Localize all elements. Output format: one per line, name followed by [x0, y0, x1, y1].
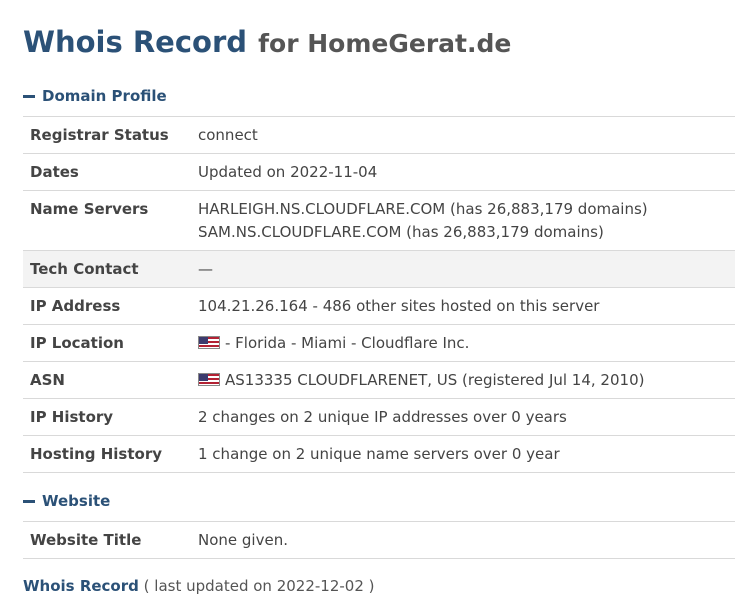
section-heading-website: Website	[42, 492, 111, 510]
us-flag-icon	[198, 373, 220, 386]
section-toggle-website[interactable]: Website	[23, 492, 110, 510]
website-table: Website Title None given.	[23, 521, 735, 559]
row-label: Name Servers	[30, 200, 149, 218]
name-server-1: HARLEIGH.NS.CLOUDFLARE.COM (has 26,883,1…	[198, 200, 648, 218]
row-value: Updated on 2022-11-04	[198, 163, 378, 181]
section-heading-domain-profile: Domain Profile	[42, 87, 167, 105]
table-row: ASN AS13335 CLOUDFLARENET, US (registere…	[23, 361, 735, 399]
asn-text: AS13335 CLOUDFLARENET, US (registered Ju…	[225, 371, 645, 389]
row-value: AS13335 CLOUDFLARENET, US (registered Ju…	[198, 362, 735, 399]
row-label: IP Location	[30, 334, 124, 352]
row-label: IP History	[30, 408, 114, 426]
page-title: Whois Record for HomeGerat.de	[23, 22, 511, 60]
section-toggle-domain-profile[interactable]: Domain Profile	[23, 87, 167, 105]
row-value: - Florida - Miami - Cloudflare Inc.	[198, 325, 735, 362]
row-label: Tech Contact	[30, 260, 139, 278]
row-value: HARLEIGH.NS.CLOUDFLARE.COM (has 26,883,1…	[198, 191, 735, 251]
table-row: Website Title None given.	[23, 521, 735, 559]
table-row: Dates Updated on 2022-11-04	[23, 153, 735, 191]
row-value: 104.21.26.164 - 486 other sites hosted o…	[198, 297, 600, 315]
table-row: IP Address 104.21.26.164 - 486 other sit…	[23, 287, 735, 325]
row-value: 1 change on 2 unique name servers over 0…	[198, 445, 560, 463]
row-label: Website Title	[30, 531, 142, 549]
row-value: 2 changes on 2 unique IP addresses over …	[198, 408, 567, 426]
row-label: Dates	[30, 163, 79, 181]
last-updated-note: ( last updated on 2022-12-02 )	[143, 577, 375, 595]
collapse-icon[interactable]	[23, 499, 35, 503]
domain-profile-table: Registrar Status connect Dates Updated o…	[23, 116, 735, 473]
row-label: IP Address	[30, 297, 121, 315]
row-label: Registrar Status	[30, 126, 169, 144]
table-row: Registrar Status connect	[23, 116, 735, 154]
row-value: —	[198, 260, 213, 278]
ip-location-text: - Florida - Miami - Cloudflare Inc.	[225, 334, 470, 352]
row-label: ASN	[30, 371, 65, 389]
row-value: None given.	[198, 531, 288, 549]
us-flag-icon	[198, 336, 220, 349]
table-row: Hosting History 1 change on 2 unique nam…	[23, 435, 735, 473]
table-row: IP Location - Florida - Miami - Cloudfla…	[23, 324, 735, 362]
collapse-icon[interactable]	[23, 94, 35, 98]
page-title-domain: for HomeGerat.de	[258, 29, 512, 58]
table-row: Name Servers HARLEIGH.NS.CLOUDFLARE.COM …	[23, 190, 735, 251]
footer: Whois Record ( last updated on 2022-12-0…	[23, 577, 375, 595]
name-server-2: SAM.NS.CLOUDFLARE.COM (has 26,883,179 do…	[198, 223, 604, 241]
whois-record-link[interactable]: Whois Record	[23, 577, 139, 595]
table-row: Tech Contact —	[23, 250, 735, 288]
row-value: connect	[198, 126, 258, 144]
table-row: IP History 2 changes on 2 unique IP addr…	[23, 398, 735, 436]
row-label: Hosting History	[30, 445, 163, 463]
page-title-main: Whois Record	[23, 25, 248, 59]
